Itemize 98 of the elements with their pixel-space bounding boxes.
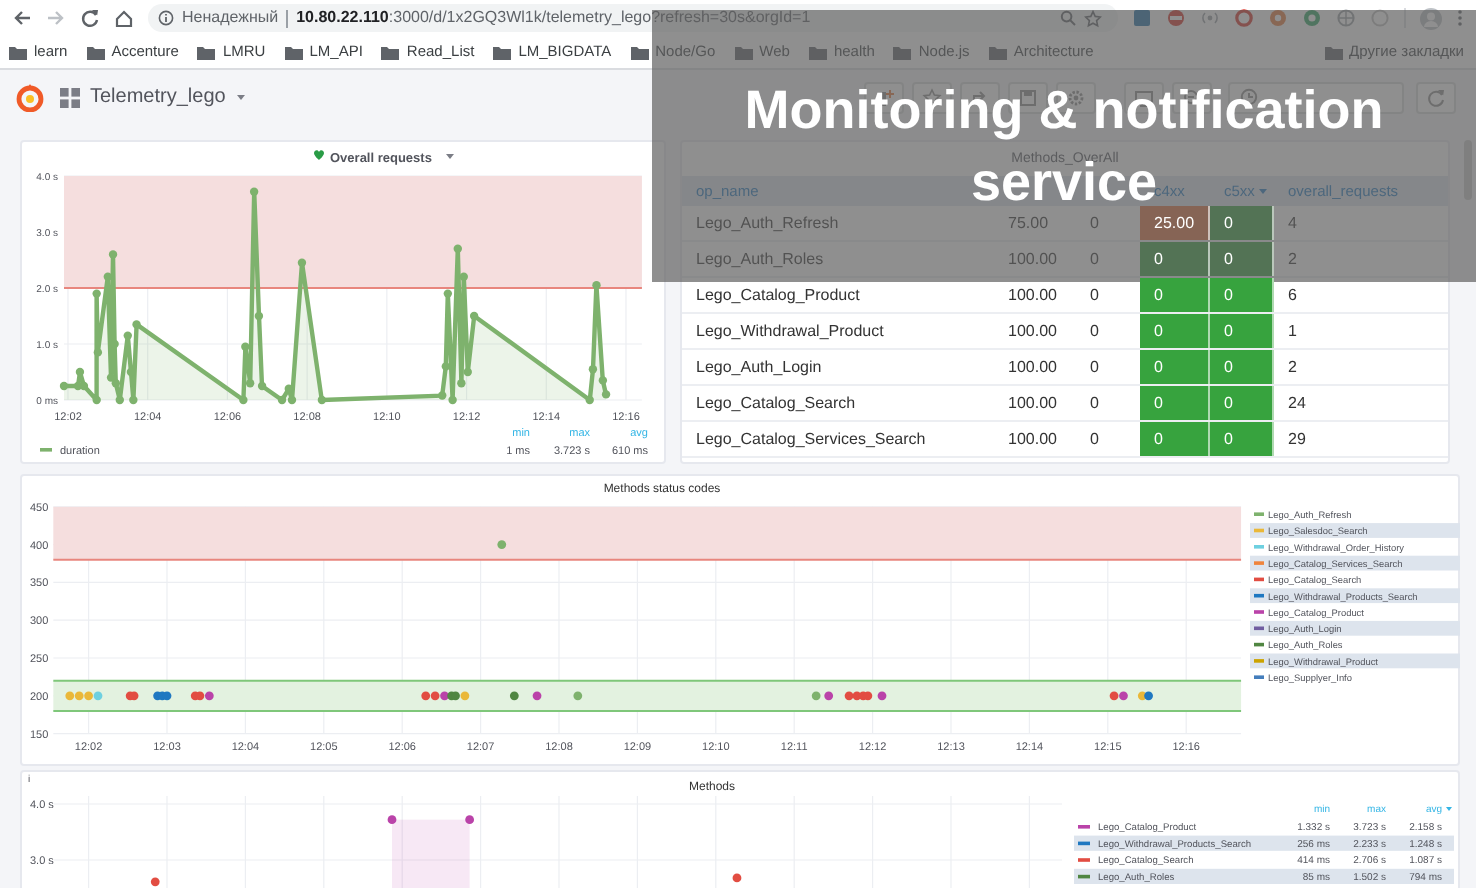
table-cell-text: 6 — [1286, 283, 1299, 307]
table-cell-text: 100.00 — [1006, 355, 1059, 379]
data-point — [59, 381, 69, 391]
table-cell: 0 — [1210, 242, 1274, 276]
data-point — [110, 339, 119, 349]
grid-icon — [60, 87, 80, 107]
data-point — [108, 250, 118, 259]
folder-icon — [492, 43, 513, 61]
reload-icon[interactable] — [80, 8, 100, 28]
table-cell: 25.00 — [1140, 206, 1210, 240]
table-cell: 0 — [1210, 314, 1274, 348]
data-point — [249, 187, 259, 196]
folder-icon — [196, 43, 217, 61]
sort-caret-icon[interactable] — [1446, 807, 1452, 811]
table-cell-text: 100.00 — [1006, 283, 1059, 307]
legend-swatch[interactable] — [1254, 642, 1264, 647]
table-cell-text: 100.00 — [1006, 247, 1059, 271]
data-point — [103, 272, 113, 281]
data-point — [93, 348, 103, 357]
data-point — [601, 390, 611, 399]
back-arrow-icon[interactable] — [12, 8, 32, 28]
table-cell: 0 — [1140, 386, 1210, 420]
table-cell-text: 0 — [1088, 283, 1101, 307]
table-cell-text: 29 — [1286, 427, 1308, 451]
data-point — [443, 289, 452, 298]
table-cell-text: 75.00 — [1006, 211, 1051, 235]
caret-icon — [235, 92, 246, 102]
legend-swatch[interactable] — [1254, 626, 1264, 631]
folder-icon — [380, 43, 401, 61]
table-cell: 0 — [1140, 422, 1210, 456]
data-point — [115, 395, 124, 405]
table-cell: 0 — [1210, 386, 1274, 420]
data-point — [877, 691, 887, 701]
table-cell: 0 — [1210, 350, 1274, 384]
table-cell-text: 0 — [1088, 427, 1101, 451]
data-point — [92, 289, 101, 298]
data-point — [469, 311, 479, 321]
data-point — [532, 691, 542, 701]
table-cell: 0 — [1140, 242, 1210, 276]
legend-swatch[interactable] — [1254, 593, 1264, 598]
table-cell-text: 1 — [1286, 319, 1299, 343]
data-point — [317, 395, 327, 405]
data-point — [497, 540, 507, 549]
table-cell: 0 — [1210, 206, 1274, 240]
data-point — [126, 367, 136, 377]
table-cell: 0 — [1140, 278, 1210, 312]
data-point — [824, 691, 834, 701]
data-point — [509, 691, 519, 701]
data-point — [239, 395, 248, 405]
grafana-logo-icon[interactable] — [16, 83, 44, 111]
data-point — [585, 395, 594, 405]
legend-swatch[interactable] — [1078, 841, 1090, 846]
data-point — [75, 367, 85, 377]
table-cell-text: Lego_Catalog_Search — [694, 391, 858, 416]
home-icon[interactable] — [114, 8, 134, 28]
folder-icon — [283, 43, 304, 61]
table-cell-text: Lego_Catalog_Services_Search — [694, 427, 928, 452]
table-cell-text: 0 — [1088, 211, 1101, 235]
folder-icon — [8, 43, 28, 61]
table-cell: 0 — [1140, 314, 1210, 348]
table-cell: 0 — [1140, 350, 1210, 384]
table-cell-text: Lego_Catalog_Product — [694, 283, 862, 308]
data-point — [573, 691, 583, 701]
forward-arrow-icon[interactable] — [46, 8, 66, 28]
table-cell-text: 24 — [1286, 391, 1308, 415]
data-point — [254, 311, 264, 321]
table-cell-text: Lego_Auth_Roles — [694, 247, 826, 272]
data-point — [297, 258, 307, 267]
table-cell-text: 0 — [1088, 391, 1101, 415]
table-cell-text: 100.00 — [1006, 319, 1059, 343]
security-label: Ненадежный — [182, 6, 279, 30]
legend-swatch[interactable] — [1078, 874, 1090, 879]
table-cell: 0 — [1210, 278, 1274, 312]
legend-swatch[interactable] — [1254, 577, 1264, 582]
dashboard-title-dropdown[interactable]: Telemetry_lego — [60, 82, 246, 112]
legend-swatch[interactable] — [1254, 528, 1264, 533]
data-point — [453, 244, 462, 253]
data-point — [459, 272, 468, 281]
data-point — [441, 362, 451, 371]
data-point — [129, 395, 138, 405]
data-point — [592, 281, 601, 290]
data-point — [241, 342, 250, 351]
table-cell-text: Lego_Auth_Refresh — [694, 211, 841, 236]
table-cell-text: 100.00 — [1006, 391, 1059, 415]
table-cell-text: 4 — [1286, 211, 1299, 235]
table-cell-text: 2 — [1286, 247, 1299, 271]
table-cell: 0 — [1210, 422, 1274, 456]
table-cell-text: Lego_Withdrawal_Product — [694, 319, 886, 344]
table-cell-text: 2 — [1286, 355, 1299, 379]
data-point — [811, 691, 821, 701]
table-cell-text: 100.00 — [1006, 427, 1059, 451]
info-icon — [158, 10, 174, 26]
table-cell-text: 0 — [1088, 319, 1101, 343]
data-point — [92, 395, 101, 405]
folder-icon — [85, 43, 106, 61]
table-cell-text: 0 — [1088, 355, 1101, 379]
table-cell-text: 0 — [1088, 247, 1101, 271]
table-cell-text: Lego_Auth_Login — [694, 355, 824, 380]
